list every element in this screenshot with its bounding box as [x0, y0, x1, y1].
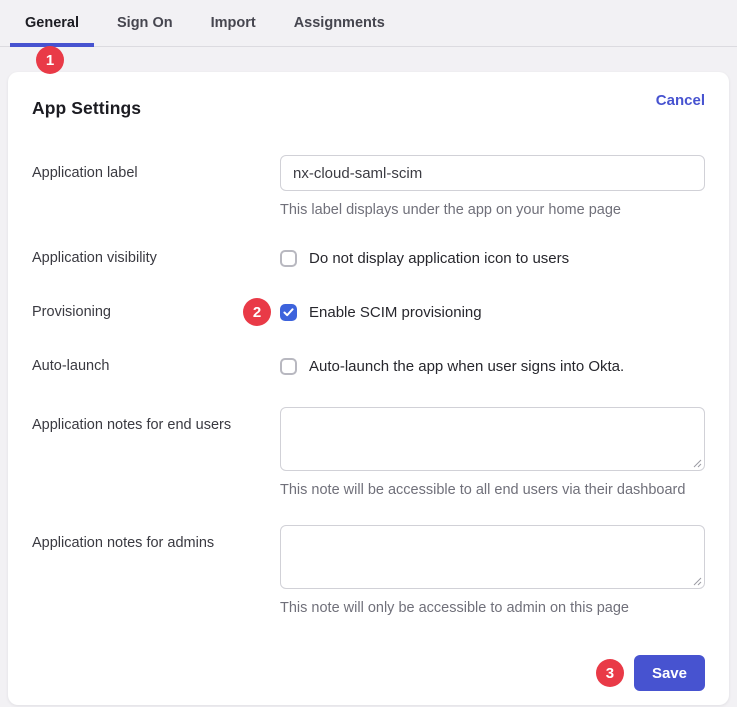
notes-end-users-textarea[interactable] — [280, 407, 705, 471]
enable-scim-checkbox[interactable] — [280, 304, 297, 321]
auto-launch-label: Auto-launch — [32, 357, 280, 375]
check-icon — [283, 308, 294, 317]
tab-sign-on[interactable]: Sign On — [102, 0, 188, 46]
provisioning-control: 2 Enable SCIM provisioning — [280, 303, 705, 321]
step-badge-1: 1 — [36, 46, 64, 74]
app-tabs: General Sign On Import Assignments — [0, 0, 737, 47]
step-badge-2: 2 — [243, 298, 271, 326]
notes-end-users-helper: This note will be accessible to all end … — [280, 482, 705, 499]
tab-assignments[interactable]: Assignments — [279, 0, 400, 46]
notes-admins-helper: This note will only be accessible to adm… — [280, 600, 705, 617]
panel-footer: 3 Save — [32, 655, 705, 693]
auto-launch-checkbox-label[interactable]: Auto-launch the app when user signs into… — [309, 358, 624, 375]
auto-launch-checkbox[interactable] — [280, 358, 297, 375]
tab-general[interactable]: General — [10, 0, 94, 46]
provisioning-row: Provisioning 2 Enable SCIM provisioning — [32, 303, 705, 321]
application-label-input[interactable] — [280, 155, 705, 191]
application-visibility-label: Application visibility — [32, 249, 280, 267]
application-visibility-row: Application visibility Do not display ap… — [32, 249, 705, 267]
application-label-row: Application label This label displays un… — [32, 155, 705, 219]
auto-launch-row: Auto-launch Auto-launch the app when use… — [32, 357, 705, 375]
application-label-control: This label displays under the app on you… — [280, 155, 705, 219]
cancel-link[interactable]: Cancel — [656, 92, 705, 109]
application-label-helper: This label displays under the app on you… — [280, 202, 705, 219]
hide-app-icon-checkbox-label[interactable]: Do not display application icon to users — [309, 250, 569, 267]
step-badge-3: 3 — [596, 659, 624, 687]
auto-launch-control: Auto-launch the app when user signs into… — [280, 357, 705, 375]
notes-end-users-control: This note will be accessible to all end … — [280, 407, 705, 499]
app-settings-panel: App Settings Cancel Application label Th… — [8, 72, 729, 705]
panel-header: App Settings Cancel — [32, 98, 705, 119]
application-visibility-control: Do not display application icon to users — [280, 249, 705, 267]
notes-end-users-row: Application notes for end users This not… — [32, 407, 705, 499]
page-title: App Settings — [32, 98, 141, 119]
notes-admins-control: This note will only be accessible to adm… — [280, 525, 705, 617]
notes-admins-row: Application notes for admins This note w… — [32, 525, 705, 617]
application-label-label: Application label — [32, 155, 280, 182]
tab-import[interactable]: Import — [196, 0, 271, 46]
notes-admins-label: Application notes for admins — [32, 525, 280, 552]
hide-app-icon-checkbox[interactable] — [280, 250, 297, 267]
save-button[interactable]: Save — [634, 655, 705, 691]
notes-admins-textarea[interactable] — [280, 525, 705, 589]
enable-scim-checkbox-label[interactable]: Enable SCIM provisioning — [309, 304, 482, 321]
notes-end-users-label: Application notes for end users — [32, 407, 280, 434]
